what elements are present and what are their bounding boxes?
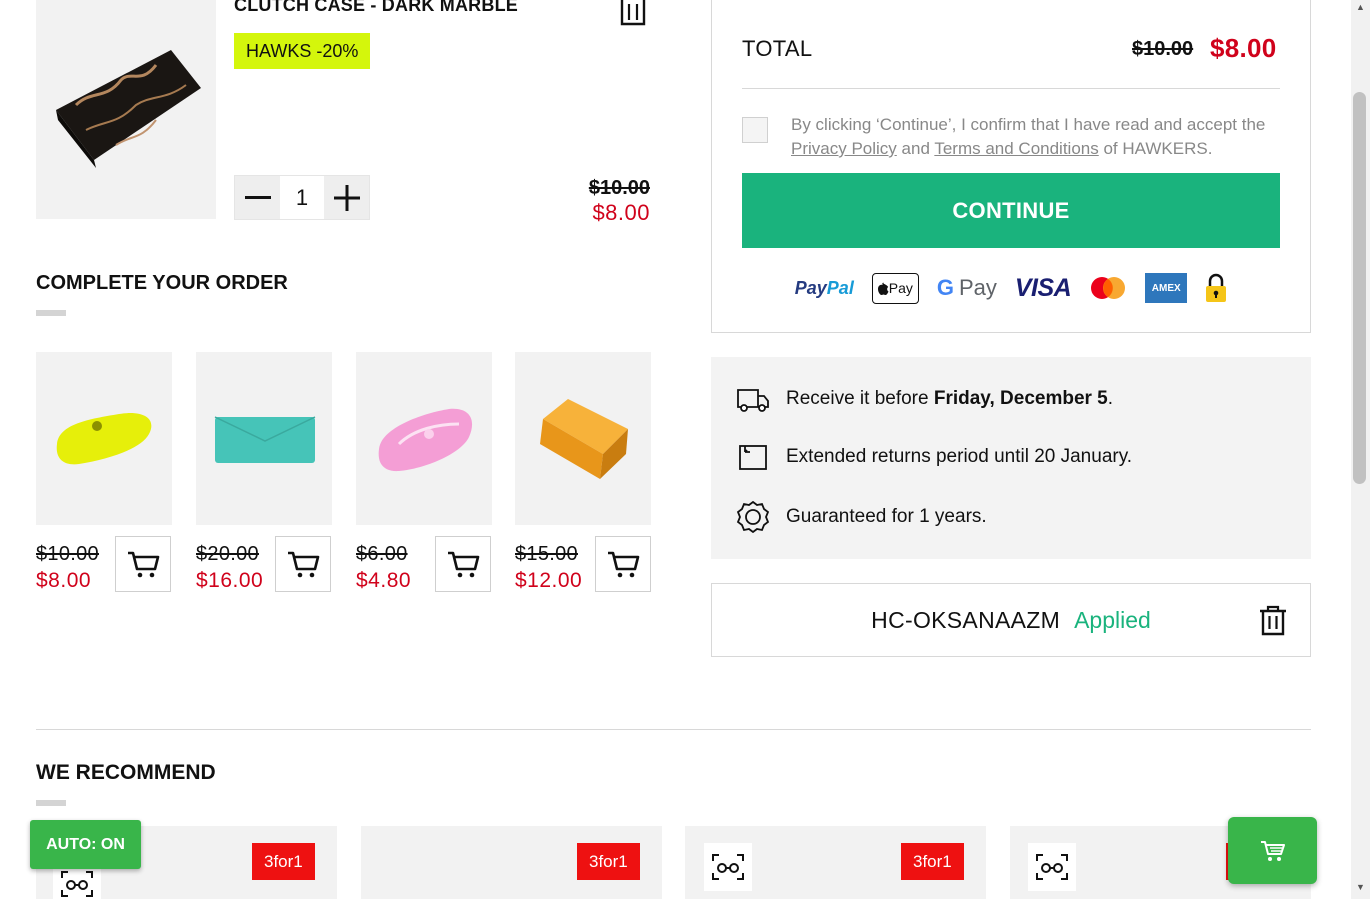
product-image-clutch-case[interactable] bbox=[36, 0, 216, 219]
auto-toggle-button[interactable]: AUTO: ON bbox=[30, 820, 141, 869]
recommend-heading: WE RECOMMEND bbox=[36, 761, 216, 784]
cart-item-title[interactable]: CLUTCH CASE - DARK MARBLE bbox=[234, 0, 518, 16]
amex-icon: AMEX bbox=[1145, 273, 1188, 303]
returns-text: Extended returns period until 20 January… bbox=[786, 446, 1133, 467]
yellow-case-image bbox=[56, 412, 152, 464]
add-to-cart-button[interactable] bbox=[435, 536, 491, 592]
total-label: TOTAL bbox=[742, 36, 813, 61]
guarantee-text: Guaranteed for 1 years. bbox=[786, 506, 987, 527]
returns-icon bbox=[739, 445, 767, 470]
guarantee-badge-icon bbox=[736, 501, 770, 533]
promo-badge: 3for1 bbox=[901, 843, 964, 880]
delivery-info-row: Receive it before Friday, December 5. bbox=[736, 385, 1113, 413]
upsell-product-card[interactable] bbox=[36, 352, 172, 525]
increase-quantity-button[interactable] bbox=[324, 176, 369, 219]
promo-badge: 3for1 bbox=[252, 843, 315, 880]
promo-badge: 3for1 bbox=[577, 843, 640, 880]
item-sale-price: $8.00 bbox=[592, 200, 650, 225]
delivery-text-end: . bbox=[1107, 388, 1114, 409]
upsell-original-price: $6.00 bbox=[356, 543, 408, 565]
consent-text-start: By clicking ‘Continue’, I confirm that I… bbox=[791, 115, 1266, 134]
quantity-value[interactable]: 1 bbox=[280, 176, 324, 219]
cart-icon bbox=[128, 551, 160, 578]
upsell-product-card[interactable] bbox=[196, 352, 332, 525]
glasses-scan-icon bbox=[61, 871, 93, 897]
mastercard-icon bbox=[1089, 276, 1127, 300]
guarantee-info-row: Guaranteed for 1 years. bbox=[736, 501, 987, 533]
add-to-cart-button[interactable] bbox=[595, 536, 651, 592]
lock-icon bbox=[1205, 273, 1227, 303]
coupon-status: Applied bbox=[1074, 606, 1151, 633]
trash-icon bbox=[620, 0, 646, 26]
product-photo bbox=[56, 49, 201, 168]
cart-icon bbox=[288, 551, 320, 578]
consent-text-and: and bbox=[896, 139, 935, 158]
remove-coupon-button[interactable] bbox=[1257, 604, 1289, 636]
terms-link[interactable]: Terms and Conditions bbox=[934, 139, 1098, 158]
orange-case-image bbox=[540, 398, 628, 479]
virtual-try-on-button[interactable] bbox=[1028, 843, 1076, 891]
teal-case-image bbox=[214, 415, 316, 463]
minus-icon bbox=[244, 195, 271, 199]
add-to-cart-button[interactable] bbox=[115, 536, 171, 592]
upsell-product-card[interactable] bbox=[515, 352, 651, 525]
delivery-date: Friday, December 5 bbox=[933, 388, 1108, 409]
add-to-cart-button[interactable] bbox=[275, 536, 331, 592]
heading-underline bbox=[36, 800, 66, 806]
scroll-up-arrow[interactable]: ▲ bbox=[1351, 0, 1370, 14]
decrease-quantity-button[interactable] bbox=[235, 176, 280, 219]
glasses-scan-icon bbox=[1036, 854, 1068, 880]
remove-item-button[interactable] bbox=[616, 0, 650, 26]
upsell-original-price: $20.00 bbox=[196, 543, 259, 565]
promo-tag: HAWKS -20% bbox=[234, 33, 371, 69]
applied-coupon: HC-OKSANAAZM Applied bbox=[711, 583, 1311, 657]
consent-text: By clicking ‘Continue’, I confirm that I… bbox=[791, 113, 1281, 161]
heading-underline bbox=[36, 310, 66, 316]
upsell-sale-price: $16.00 bbox=[196, 569, 264, 592]
total-sale-price: $8.00 bbox=[1210, 33, 1277, 63]
upsell-original-price: $10.00 bbox=[36, 543, 99, 565]
divider bbox=[742, 88, 1280, 89]
google-pay-icon: G Pay bbox=[936, 275, 997, 300]
upsell-original-price: $15.00 bbox=[515, 543, 578, 565]
cart-icon bbox=[1260, 840, 1285, 861]
returns-info-row: Extended returns period until 20 January… bbox=[736, 443, 1132, 471]
upsell-sale-price: $12.00 bbox=[515, 569, 583, 592]
truck-icon bbox=[737, 389, 769, 412]
terms-checkbox[interactable] bbox=[742, 117, 768, 143]
cart-icon bbox=[608, 551, 640, 578]
scrollbar-thumb[interactable] bbox=[1353, 92, 1366, 484]
payment-methods: Pay Pal Pay G Pay VISA AMEX bbox=[742, 268, 1280, 308]
trash-icon bbox=[1260, 605, 1286, 636]
apple-pay-icon: Pay bbox=[871, 272, 919, 304]
quantity-stepper: 1 bbox=[234, 175, 370, 220]
continue-button[interactable]: CONTINUE bbox=[742, 173, 1280, 248]
floating-cart-button[interactable] bbox=[1228, 817, 1317, 884]
consent-text-end: of HAWKERS. bbox=[1098, 139, 1213, 158]
upsell-product-card[interactable] bbox=[356, 352, 492, 525]
section-divider bbox=[36, 729, 1311, 730]
glasses-scan-icon bbox=[712, 854, 744, 880]
upsell-sale-price: $8.00 bbox=[36, 569, 92, 592]
paypal-icon: Pay Pal bbox=[794, 277, 854, 298]
upsell-sale-price: $4.80 bbox=[356, 569, 412, 592]
cart-icon bbox=[448, 551, 480, 578]
complete-order-heading: COMPLETE YOUR ORDER bbox=[36, 272, 288, 294]
scroll-down-arrow[interactable]: ▼ bbox=[1351, 880, 1370, 894]
privacy-policy-link[interactable]: Privacy Policy bbox=[791, 139, 897, 158]
visa-icon: VISA bbox=[1014, 273, 1072, 302]
virtual-try-on-button[interactable] bbox=[704, 843, 752, 891]
coupon-code: HC-OKSANAAZM bbox=[871, 606, 1061, 633]
item-original-price: $10.00 bbox=[588, 177, 650, 199]
total-original-price: $10.00 bbox=[1132, 38, 1194, 60]
plus-icon bbox=[333, 184, 360, 211]
pink-case-image bbox=[378, 408, 473, 471]
delivery-text: Receive it before Friday, December 5. bbox=[786, 388, 1113, 410]
delivery-text-start: Receive it before bbox=[786, 388, 934, 409]
